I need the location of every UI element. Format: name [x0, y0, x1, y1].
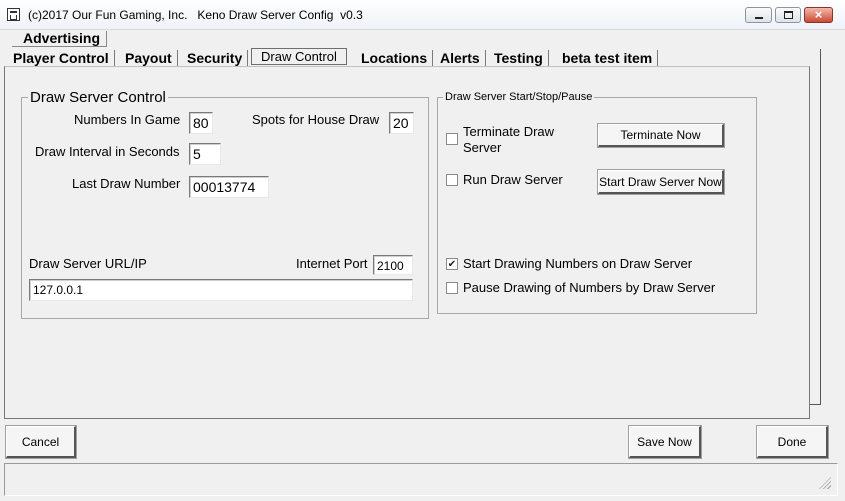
resize-grip-icon[interactable] [819, 477, 831, 489]
terminate-now-button[interactable]: Terminate Now [598, 124, 724, 147]
pause-drawing-label: Pause Drawing of Numbers by Draw Server [463, 280, 716, 295]
save-now-button[interactable]: Save Now [629, 426, 701, 458]
start-drawing-checkbox[interactable] [446, 258, 458, 270]
spots-house-draw-label: Spots for House Draw [252, 112, 380, 127]
internet-port-field[interactable]: 2100 [373, 255, 413, 275]
run-server-label: Run Draw Server [463, 172, 563, 187]
tab-locations[interactable]: Locations [361, 50, 434, 66]
tab-testing[interactable]: Testing [494, 50, 549, 66]
numbers-in-game-field[interactable]: 80 [189, 112, 213, 134]
close-icon: × [814, 7, 823, 22]
group-title: Draw Server Start/Stop/Pause [443, 91, 595, 103]
tab-player-control[interactable]: Player Control [13, 50, 115, 66]
status-bar [4, 463, 838, 496]
tab-divider [106, 31, 107, 47]
tab-advertising[interactable]: Advertising [23, 30, 100, 46]
terminate-label: Terminate Draw Server [463, 124, 554, 156]
draw-interval-field[interactable]: 5 [189, 143, 221, 165]
maximize-button[interactable] [775, 7, 801, 23]
terminate-checkbox[interactable] [446, 133, 458, 145]
done-button[interactable]: Done [757, 426, 828, 458]
tab-payout[interactable]: Payout [125, 50, 178, 66]
start-server-now-button[interactable]: Start Draw Server Now [598, 170, 724, 194]
window-title: (c)2017 Our Fun Gaming, Inc. Keno Draw S… [28, 8, 363, 22]
terminate-label-line1: Terminate Draw [463, 124, 555, 139]
terminate-label-line2: Server [463, 140, 502, 155]
last-draw-number-field[interactable]: 00013774 [189, 176, 269, 198]
cancel-button[interactable]: Cancel [6, 426, 76, 458]
app-icon[interactable] [7, 8, 20, 21]
draw-control-panel: Draw Server Control Numbers In Game 80 S… [4, 66, 810, 419]
group-title: Draw Server Control [28, 89, 168, 106]
start-stop-pause-group: Draw Server Start/Stop/Pause Terminate D… [437, 91, 757, 314]
tab-divider [12, 46, 106, 47]
minimize-button[interactable] [745, 7, 772, 23]
title-bar: (c)2017 Our Fun Gaming, Inc. Keno Draw S… [0, 0, 845, 30]
close-button[interactable]: × [804, 7, 833, 23]
internet-port-label: Internet Port [296, 256, 368, 271]
tab-alerts[interactable]: Alerts [440, 50, 486, 66]
pause-drawing-checkbox[interactable] [446, 282, 458, 294]
tab-security[interactable]: Security [187, 50, 249, 66]
tab-beta-test-item[interactable]: beta test item [562, 50, 659, 66]
draw-server-control-group: Draw Server Control Numbers In Game 80 S… [21, 89, 429, 319]
server-url-label: Draw Server URL/IP [29, 256, 147, 271]
spots-house-draw-field[interactable]: 20 [389, 112, 414, 134]
tab-draw-control[interactable]: Draw Control [251, 48, 347, 65]
numbers-in-game-label: Numbers In Game [74, 112, 181, 127]
last-draw-number-label: Last Draw Number [72, 176, 181, 191]
start-drawing-label: Start Drawing Numbers on Draw Server [463, 256, 693, 271]
run-server-checkbox[interactable] [446, 174, 458, 186]
maximize-icon [784, 11, 793, 19]
server-url-field[interactable]: 127.0.0.1 [29, 279, 413, 301]
draw-interval-label: Draw Interval in Seconds [35, 144, 180, 159]
minimize-icon [755, 17, 763, 19]
